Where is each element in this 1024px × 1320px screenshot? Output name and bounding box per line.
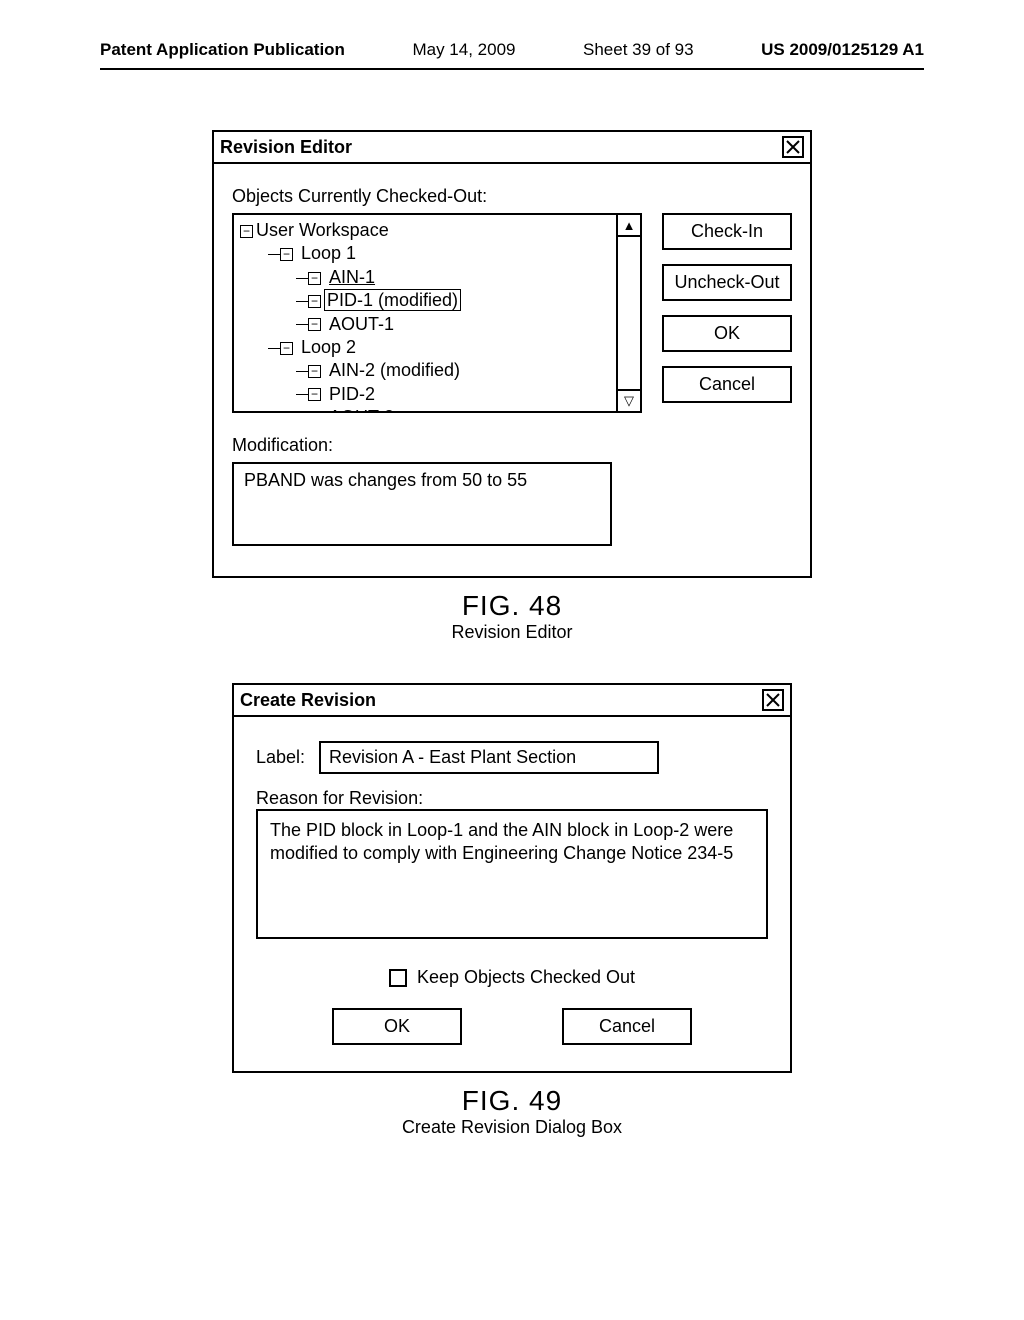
collapse-icon[interactable]: − — [308, 388, 321, 401]
revision-editor-dialog: Revision Editor Objects Currently Checke… — [212, 130, 812, 578]
collapse-icon[interactable]: − — [308, 295, 321, 308]
close-icon[interactable] — [762, 689, 784, 711]
figure-49-caption: FIG. 49 Create Revision Dialog Box — [402, 1085, 622, 1138]
scroll-down-icon[interactable]: ▽ — [618, 389, 640, 411]
collapse-icon[interactable]: − — [240, 225, 253, 238]
keep-checked-out-checkbox[interactable] — [389, 969, 407, 987]
checked-out-label: Objects Currently Checked-Out: — [232, 186, 792, 207]
tree-root[interactable]: −User Workspace — [240, 219, 610, 242]
reason-textarea[interactable]: The PID block in Loop-1 and the AIN bloc… — [256, 809, 768, 939]
cancel-button[interactable]: Cancel — [662, 366, 792, 403]
figure-48-caption: FIG. 48 Revision Editor — [451, 590, 572, 643]
tree-aout2[interactable]: − AOUT-2 — [240, 406, 610, 411]
scroll-up-icon[interactable]: ▲ — [618, 215, 640, 237]
pub-sheet: Sheet 39 of 93 — [583, 40, 694, 60]
label-input[interactable]: Revision A - East Plant Section — [319, 741, 659, 774]
dialog-titlebar: Revision Editor — [214, 132, 810, 164]
modification-text[interactable]: PBAND was changes from 50 to 55 — [232, 462, 612, 546]
create-revision-dialog: Create Revision Label: Revision A - East… — [232, 683, 792, 1073]
dialog-title: Revision Editor — [220, 137, 352, 158]
tree-pid1[interactable]: −PID-1 (modified) — [240, 289, 610, 312]
reason-label: Reason for Revision: — [256, 788, 768, 809]
tree-loop1[interactable]: − Loop 1 — [240, 242, 610, 265]
uncheck-out-button[interactable]: Uncheck-Out — [662, 264, 792, 301]
figure-caption: Revision Editor — [451, 622, 572, 643]
pub-label: Patent Application Publication — [100, 40, 345, 60]
collapse-icon[interactable]: − — [308, 365, 321, 378]
tree-aout1[interactable]: − AOUT-1 — [240, 313, 610, 336]
figure-caption: Create Revision Dialog Box — [402, 1117, 622, 1138]
dialog-titlebar: Create Revision — [234, 685, 790, 717]
collapse-icon[interactable]: − — [280, 248, 293, 261]
figure-number: FIG. 48 — [451, 590, 572, 622]
keep-checked-out-label: Keep Objects Checked Out — [417, 967, 635, 988]
tree-pid2[interactable]: − PID-2 — [240, 383, 610, 406]
modification-label: Modification: — [232, 435, 792, 456]
pub-date: May 14, 2009 — [412, 40, 515, 60]
close-icon[interactable] — [782, 136, 804, 158]
ok-button[interactable]: OK — [662, 315, 792, 352]
figure-number: FIG. 49 — [402, 1085, 622, 1117]
scrollbar[interactable]: ▲ ▽ — [616, 215, 640, 411]
objects-tree[interactable]: −User Workspace − Loop 1 − AIN-1 −PID-1 … — [232, 213, 642, 413]
cancel-button[interactable]: Cancel — [562, 1008, 692, 1045]
collapse-icon[interactable]: − — [308, 318, 321, 331]
tree-loop2[interactable]: − Loop 2 — [240, 336, 610, 359]
dialog-title: Create Revision — [240, 690, 376, 711]
check-in-button[interactable]: Check-In — [662, 213, 792, 250]
ok-button[interactable]: OK — [332, 1008, 462, 1045]
tree-ain1[interactable]: − AIN-1 — [240, 266, 610, 289]
label-label: Label: — [256, 747, 305, 768]
collapse-icon[interactable]: − — [280, 342, 293, 355]
tree-ain2[interactable]: − AIN-2 (modified) — [240, 359, 610, 382]
collapse-icon[interactable]: − — [308, 272, 321, 285]
pub-number: US 2009/0125129 A1 — [761, 40, 924, 60]
page-header: Patent Application Publication May 14, 2… — [0, 0, 1024, 60]
